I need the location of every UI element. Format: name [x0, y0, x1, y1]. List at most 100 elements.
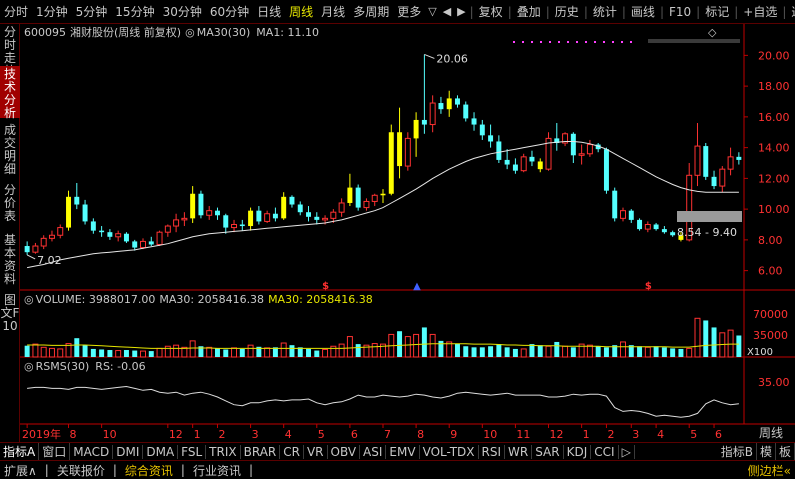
period-tab-2[interactable]: 5分钟 — [72, 3, 112, 20]
indicator-tab-13[interactable]: VOL-TDX — [420, 444, 479, 459]
indicator-tab-15[interactable]: WR — [505, 444, 533, 459]
indicator-right-tab-0[interactable]: 指标B — [718, 443, 757, 460]
candle-body — [231, 224, 238, 229]
toolbar-action-4[interactable]: 画线 — [627, 3, 659, 20]
volume-bar — [107, 350, 113, 357]
scroll-right-icon[interactable]: ▶ — [454, 5, 468, 18]
x-tick-label: 12 — [550, 428, 564, 441]
left-nav-item-4[interactable]: 基本资料 — [0, 232, 20, 286]
toolbar-action-1[interactable]: 叠加 — [513, 3, 545, 20]
left-nav-item-2[interactable]: 成交明细 — [0, 122, 20, 176]
volume-bar — [661, 347, 667, 357]
signal-dot — [630, 41, 632, 43]
period-tab-1[interactable]: 1分钟 — [32, 3, 72, 20]
chart-area[interactable]: 600095 湘财股份(周线 前复权) ◎ MA30(30) MA1: 11.10 ◇20… — [20, 24, 795, 442]
left-nav-item-1[interactable]: 技术分析 — [0, 66, 20, 120]
indicator-tab-11[interactable]: ASI — [360, 444, 387, 459]
volume-bar — [463, 346, 469, 357]
indicator-tab-4[interactable]: DMA — [143, 444, 179, 459]
indicator-tab-5[interactable]: FSL — [178, 444, 207, 459]
volume-bar — [280, 342, 287, 358]
indicator-tab-10[interactable]: OBV — [328, 444, 361, 459]
candle-body — [32, 245, 39, 253]
tabs-next-icon[interactable]: ▷ — [619, 444, 635, 459]
volume-unit: X100 — [747, 347, 773, 358]
candle-body — [711, 176, 717, 187]
status-item-3[interactable]: 行业资讯 — [189, 462, 245, 479]
indicator-tab-0[interactable]: 指标A — [0, 443, 40, 460]
toolbar-action-2[interactable]: 历史 — [551, 3, 583, 20]
indicator-tab-7[interactable]: BRAR — [241, 444, 281, 459]
period-tab-7[interactable]: 周线 — [285, 3, 317, 20]
indicator-right-tab-1[interactable]: 模 — [757, 443, 776, 460]
volume-bar — [330, 345, 337, 358]
status-item-1[interactable]: 关联报价 — [53, 462, 109, 479]
period-tab-9[interactable]: 多周期 — [349, 3, 393, 20]
y-tick-label: 10.00 — [758, 203, 790, 216]
period-tab-10[interactable]: 更多 — [393, 3, 425, 20]
indicator-tab-17[interactable]: KDJ — [564, 444, 592, 459]
toolbar-action-7[interactable]: +自选 — [739, 3, 781, 20]
candle-body — [397, 132, 403, 167]
volume-marker-icon[interactable]: ◎ — [24, 293, 34, 306]
toolbar-action-0[interactable]: 复权 — [475, 3, 507, 20]
volume-bar — [520, 348, 527, 358]
period-week-button[interactable]: 周线 — [747, 424, 795, 442]
volume-bar — [455, 343, 460, 357]
x-tick-label: 2 — [218, 428, 225, 441]
status-divider: | — [248, 463, 254, 477]
event-marker-icon[interactable]: $ — [645, 281, 652, 292]
indicator-tab-2[interactable]: MACD — [70, 444, 114, 459]
volume-bar — [595, 346, 601, 357]
indicator-marker-icon[interactable]: ◎ — [185, 26, 195, 39]
status-divider: | — [180, 463, 185, 477]
indicator-tab-12[interactable]: EMV — [386, 444, 420, 459]
sidebar-toggle[interactable]: 侧边栏« — [744, 462, 795, 479]
toolbar-action-8[interactable]: 返回 — [787, 3, 795, 20]
indicator-tab-16[interactable]: SAR — [532, 444, 564, 459]
indicator-tab-3[interactable]: DMI — [113, 444, 144, 459]
indicator-tab-9[interactable]: VR — [304, 444, 328, 459]
event-marker-icon[interactable]: ▲ — [413, 281, 421, 292]
volume-bar — [289, 345, 295, 357]
volume-bar — [446, 341, 453, 358]
candle-body — [512, 164, 518, 171]
indicator-tab-6[interactable]: TRIX — [206, 444, 241, 459]
indicator-tab-18[interactable]: CCI — [591, 444, 619, 459]
indicator-tab-1[interactable]: 窗口 — [39, 443, 71, 460]
signal-dot — [567, 41, 569, 43]
indicator-tab-8[interactable]: CR — [280, 444, 304, 459]
candle-body — [463, 104, 469, 119]
candle-body — [264, 213, 271, 222]
period-tab-6[interactable]: 日线 — [253, 3, 285, 20]
period-tab-4[interactable]: 30分钟 — [159, 3, 206, 20]
signal-dot — [621, 41, 623, 43]
indicator-right-tab-2[interactable]: 板 — [776, 443, 795, 460]
period-tab-8[interactable]: 月线 — [317, 3, 349, 20]
toolbar-action-3[interactable]: 统计 — [589, 3, 621, 20]
period-tab-0[interactable]: 分时 — [0, 3, 32, 20]
indicator-tab-14[interactable]: RSI — [479, 444, 506, 459]
left-nav-item-3[interactable]: 分价表 — [0, 182, 20, 234]
period-tab-3[interactable]: 15分钟 — [111, 3, 158, 20]
candle-body — [363, 200, 370, 209]
diamond-icon[interactable]: ◇ — [708, 26, 717, 39]
status-item-0[interactable]: 扩展∧ — [0, 462, 41, 479]
more-dropdown-icon[interactable]: ▽ — [425, 5, 439, 18]
rsms-marker-icon[interactable]: ◎ — [24, 360, 34, 373]
status-item-2[interactable]: 综合资讯 — [121, 462, 177, 479]
toolbar-action-5[interactable]: F10 — [665, 5, 695, 19]
event-marker-icon[interactable]: $ — [322, 281, 329, 292]
period-tab-5[interactable]: 60分钟 — [206, 3, 253, 20]
x-tick-label: 11 — [516, 428, 530, 441]
signal-dot — [585, 41, 587, 43]
candle-body — [314, 216, 320, 220]
toolbar-action-6[interactable]: 标记 — [701, 3, 733, 20]
volume-bar — [404, 336, 411, 358]
left-nav-item-5[interactable]: 图文F10 — [0, 292, 20, 344]
volume-bar — [32, 343, 39, 358]
signal-dot — [612, 41, 614, 43]
high-pointer — [424, 53, 435, 59]
signal-dot — [576, 41, 578, 43]
scroll-left-icon[interactable]: ◀ — [440, 5, 454, 18]
